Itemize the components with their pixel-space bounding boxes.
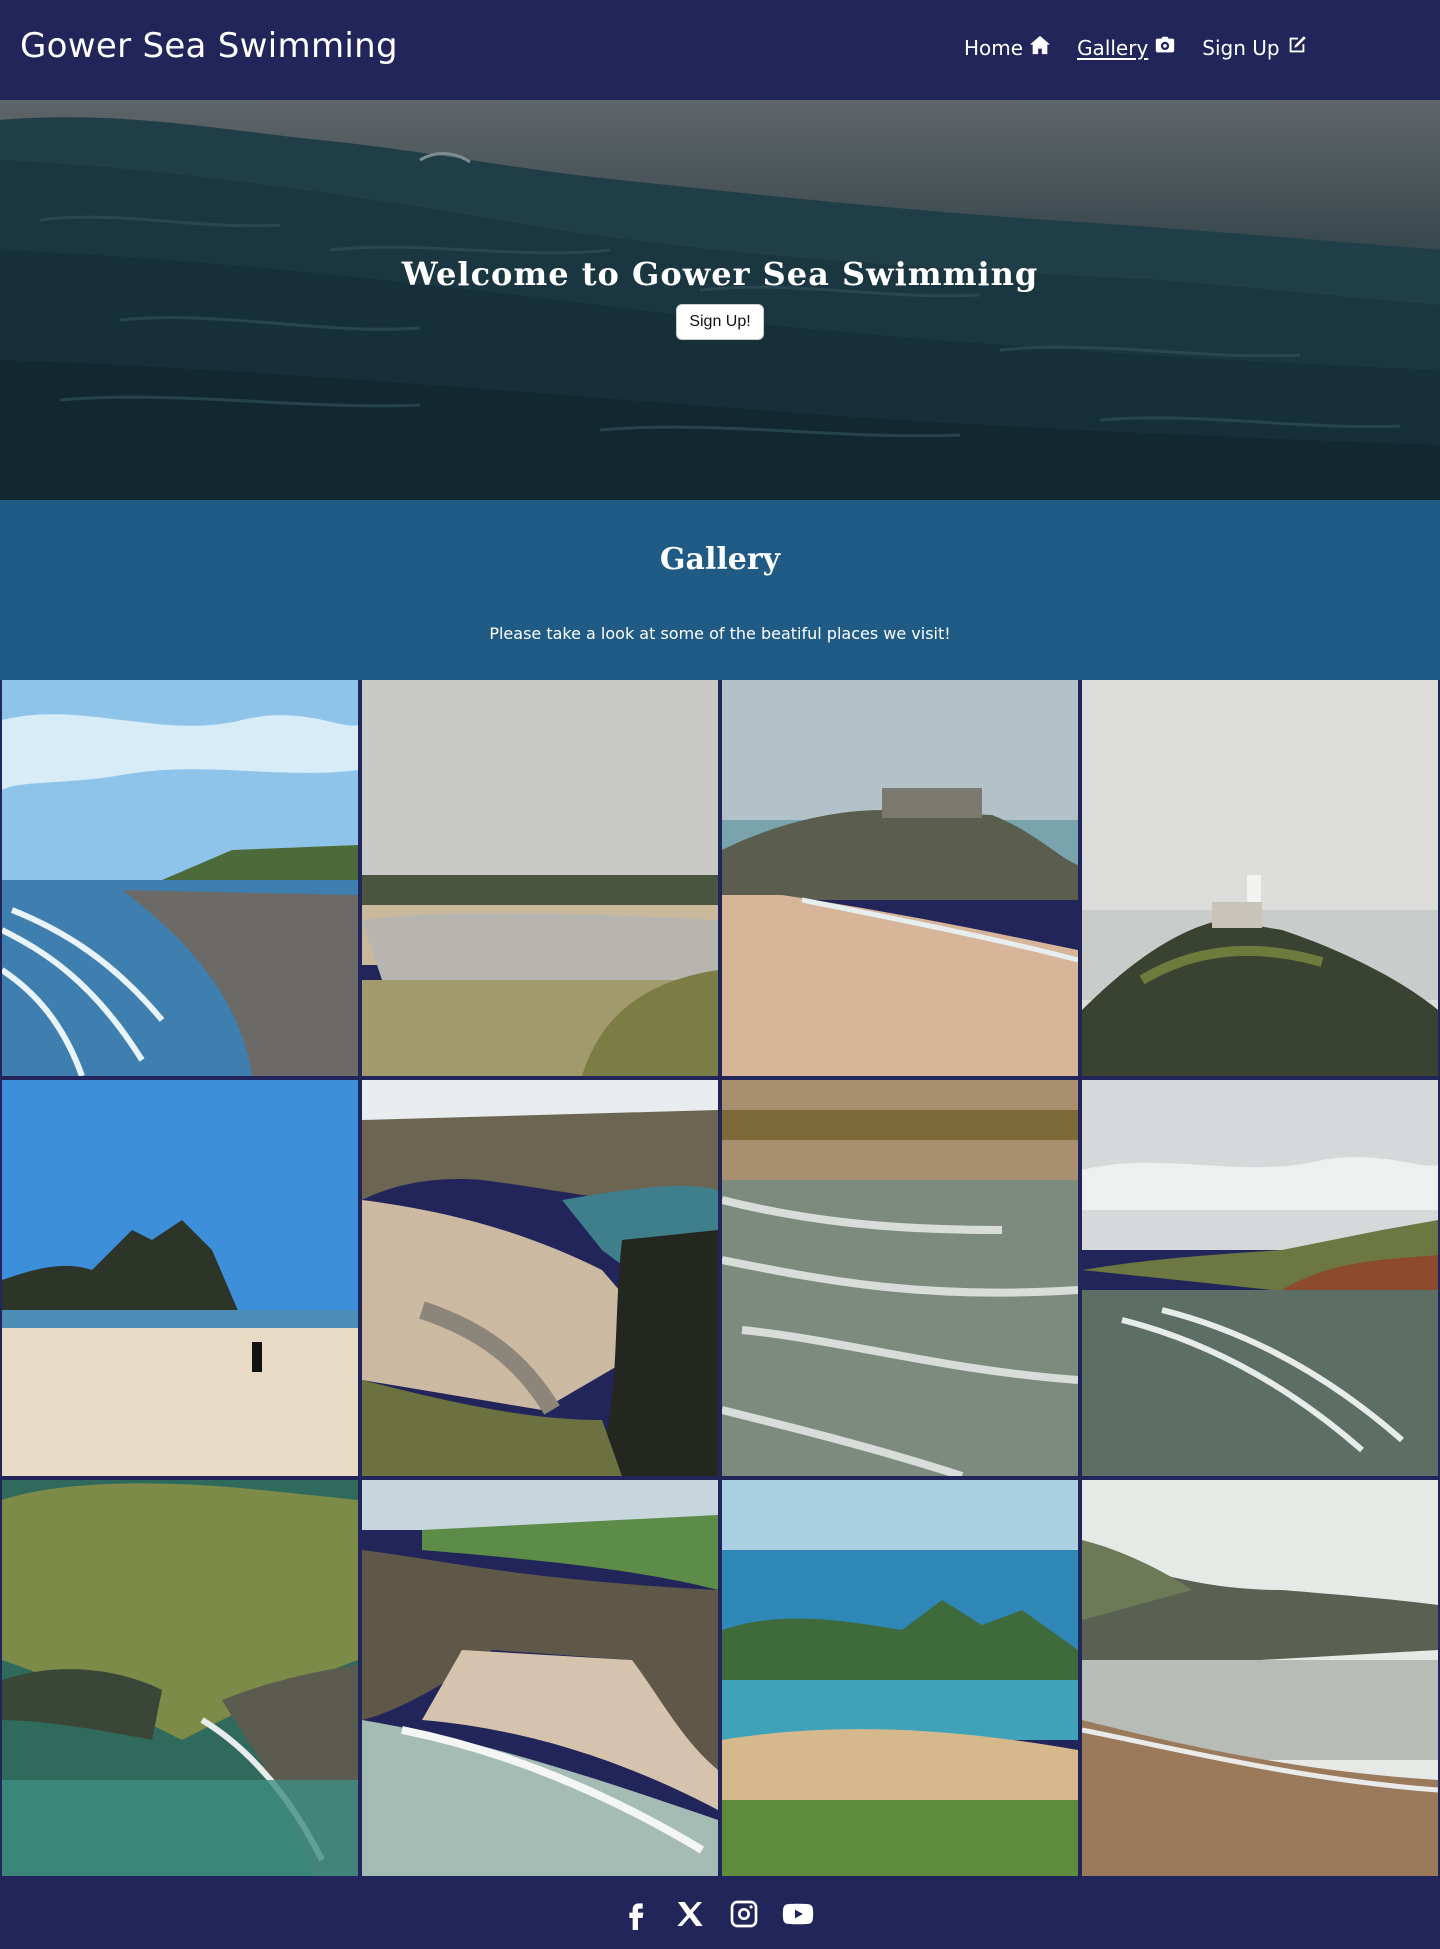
sea-waves-image (0, 117, 1440, 500)
gallery-image-three-cliffs-walker[interactable] (2, 1080, 358, 1476)
gallery-header: Gallery Please take a look at some of th… (0, 500, 1440, 680)
gallery-image-fort-island[interactable] (722, 680, 1078, 1076)
edit-icon (1286, 34, 1308, 61)
navbar: Gower Sea Swimming Home Gallery Sign Up (0, 0, 1440, 100)
x-icon[interactable] (674, 1898, 706, 1930)
gallery-subtitle: Please take a look at some of the beatif… (489, 624, 951, 643)
nav-gallery-label: Gallery (1077, 35, 1149, 60)
gallery-image-aerial-waves[interactable] (722, 1080, 1078, 1476)
hero-signup-button[interactable]: Sign Up! (676, 304, 764, 340)
instagram-icon[interactable] (728, 1898, 760, 1930)
youtube-icon[interactable] (782, 1898, 814, 1930)
nav-signup-link[interactable]: Sign Up (1202, 34, 1307, 61)
nav-links: Home Gallery Sign Up (964, 34, 1308, 61)
hero-title: Welcome to Gower Sea Swimming (401, 255, 1039, 293)
facebook-icon[interactable] (620, 1898, 652, 1930)
nav-home-link[interactable]: Home (964, 34, 1051, 61)
gallery-image-beach-waves[interactable] (2, 680, 358, 1076)
gallery-image-rocky-cove[interactable] (362, 1080, 718, 1476)
nav-gallery-link[interactable]: Gallery (1077, 34, 1176, 61)
footer (0, 1878, 1440, 1949)
gallery-image-cliff-shore[interactable] (1082, 1480, 1438, 1876)
gallery-title: Gallery (659, 542, 781, 577)
gallery-image-cove-beach-aerial[interactable] (362, 1480, 718, 1876)
gallery-grid (0, 680, 1440, 1878)
nav-signup-label: Sign Up (1202, 35, 1280, 60)
gallery-image-three-cliffs-bay[interactable] (722, 1480, 1078, 1876)
social-links (620, 1898, 814, 1930)
gallery-image-lighthouse[interactable] (1082, 680, 1438, 1076)
camera-icon (1154, 34, 1176, 61)
brand-logo-link[interactable]: Gower Sea Swimming (20, 26, 398, 66)
nav-home-label: Home (964, 35, 1024, 60)
home-icon (1029, 34, 1051, 61)
gallery-image-dunes-beach[interactable] (362, 680, 718, 1076)
gallery-image-cliff-bay[interactable] (1082, 1080, 1438, 1476)
gallery-image-aerial-headland[interactable] (2, 1480, 358, 1876)
hero-banner: Welcome to Gower Sea Swimming Sign Up! (0, 100, 1440, 500)
